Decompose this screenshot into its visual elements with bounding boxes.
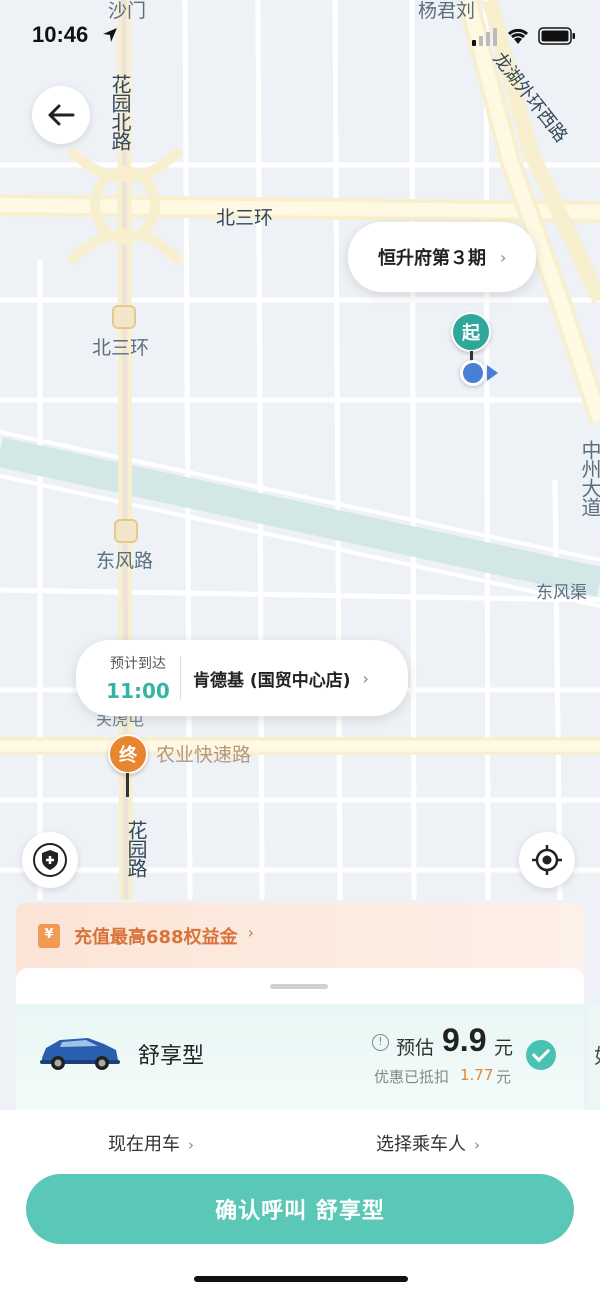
shield-plus-icon — [33, 843, 67, 877]
discount-amount: 1.77 — [460, 1066, 494, 1084]
ride-type-name: 舒享型 — [138, 1044, 205, 1069]
start-pin: 起 — [451, 312, 491, 352]
start-location-name: 恒升府第３期 — [378, 248, 486, 269]
chevron-right-icon: › — [474, 1136, 480, 1154]
chevron-right-icon: › — [500, 247, 507, 267]
info-icon[interactable]: ! — [372, 1034, 389, 1051]
bubble-divider — [180, 656, 181, 700]
locate-button[interactable] — [519, 832, 575, 888]
price-unit: 元 — [494, 1037, 514, 1059]
car-image — [40, 1038, 120, 1070]
wifi-icon — [507, 28, 529, 44]
heading-arrow-icon — [487, 365, 498, 381]
promo-text: 充值最高688权益金 — [74, 927, 238, 948]
chevron-right-icon: › — [188, 1136, 194, 1154]
eta-label: 预计到达 — [110, 656, 166, 672]
price-value: 9.9 — [442, 1022, 487, 1058]
destination-bubble[interactable]: 预计到达 11:00 肯德基 (国贸中心店) › — [76, 640, 408, 716]
end-pin-stem — [126, 773, 129, 797]
back-button[interactable] — [32, 86, 90, 144]
start-location-bubble[interactable]: 恒升府第３期 › — [348, 222, 536, 292]
current-location-dot — [460, 360, 486, 386]
discount-unit: 元 — [496, 1068, 512, 1086]
crosshair-icon — [532, 845, 562, 875]
map-label-top-left: 沙门 — [108, 0, 147, 22]
destination-name: 肯德基 (国贸中心店) — [193, 670, 351, 691]
map-label-zhongzhou-avenue: 中州大道 — [578, 440, 600, 516]
location-arrow-icon — [103, 28, 117, 42]
check-circle-icon[interactable] — [526, 1040, 556, 1070]
chevron-right-icon: › — [362, 668, 369, 688]
next-ride-option-label: 如 — [594, 1040, 600, 1069]
safety-button[interactable] — [22, 832, 78, 888]
passenger-option[interactable]: 选择乘车人 › — [376, 1130, 480, 1156]
map-label-top-right: 杨君刘 — [418, 0, 476, 22]
map-label-dongfeng-canal: 东风渠 — [536, 583, 587, 603]
map-label-nongye-expressway: 农业快速路 — [156, 744, 252, 766]
eta-block: 预计到达 11:00 — [102, 653, 174, 703]
confirm-call-button[interactable]: 确认呼叫 舒享型 — [26, 1174, 574, 1244]
discount-label: 优惠已抵扣 — [374, 1068, 450, 1086]
footer-panel: 现在用车 › 选择乘车人 › 确认呼叫 舒享型 — [0, 1110, 600, 1299]
cellular-signal-icon — [472, 28, 497, 46]
ride-option-card[interactable]: 舒享型 ! 预估 9.9 元 优惠已抵扣 1.77 元 — [16, 1004, 584, 1118]
ride-time-option[interactable]: 现在用车 › — [108, 1130, 194, 1156]
status-time: 10:46 — [32, 22, 89, 47]
sheet-drag-handle[interactable] — [270, 984, 328, 989]
map-label-beisanhuan-station: 北三环 — [92, 337, 150, 359]
chevron-right-icon: › — [247, 923, 254, 942]
ride-options-sheet: 舒享型 ! 预估 9.9 元 优惠已抵扣 1.77 元 — [16, 968, 584, 1118]
map-label-beisanhuan-road: 北三环 — [216, 207, 274, 229]
battery-icon — [538, 27, 575, 45]
red-packet-icon — [38, 924, 60, 948]
map-label-dongfeng-road-station: 东风路 — [96, 550, 154, 572]
map-label-huayuan-north-road: 花园北路 — [108, 74, 132, 150]
home-indicator[interactable] — [194, 1276, 408, 1282]
end-pin: 终 — [108, 734, 148, 774]
estimate-label: 预估 — [396, 1037, 435, 1059]
ride-time-label: 现在用车 — [108, 1134, 180, 1155]
passenger-label: 选择乘车人 — [376, 1134, 466, 1155]
map-label-huayuan-road: 花园路 — [124, 820, 148, 877]
arrow-left-icon — [48, 104, 75, 126]
eta-time: 11:00 — [106, 679, 170, 703]
